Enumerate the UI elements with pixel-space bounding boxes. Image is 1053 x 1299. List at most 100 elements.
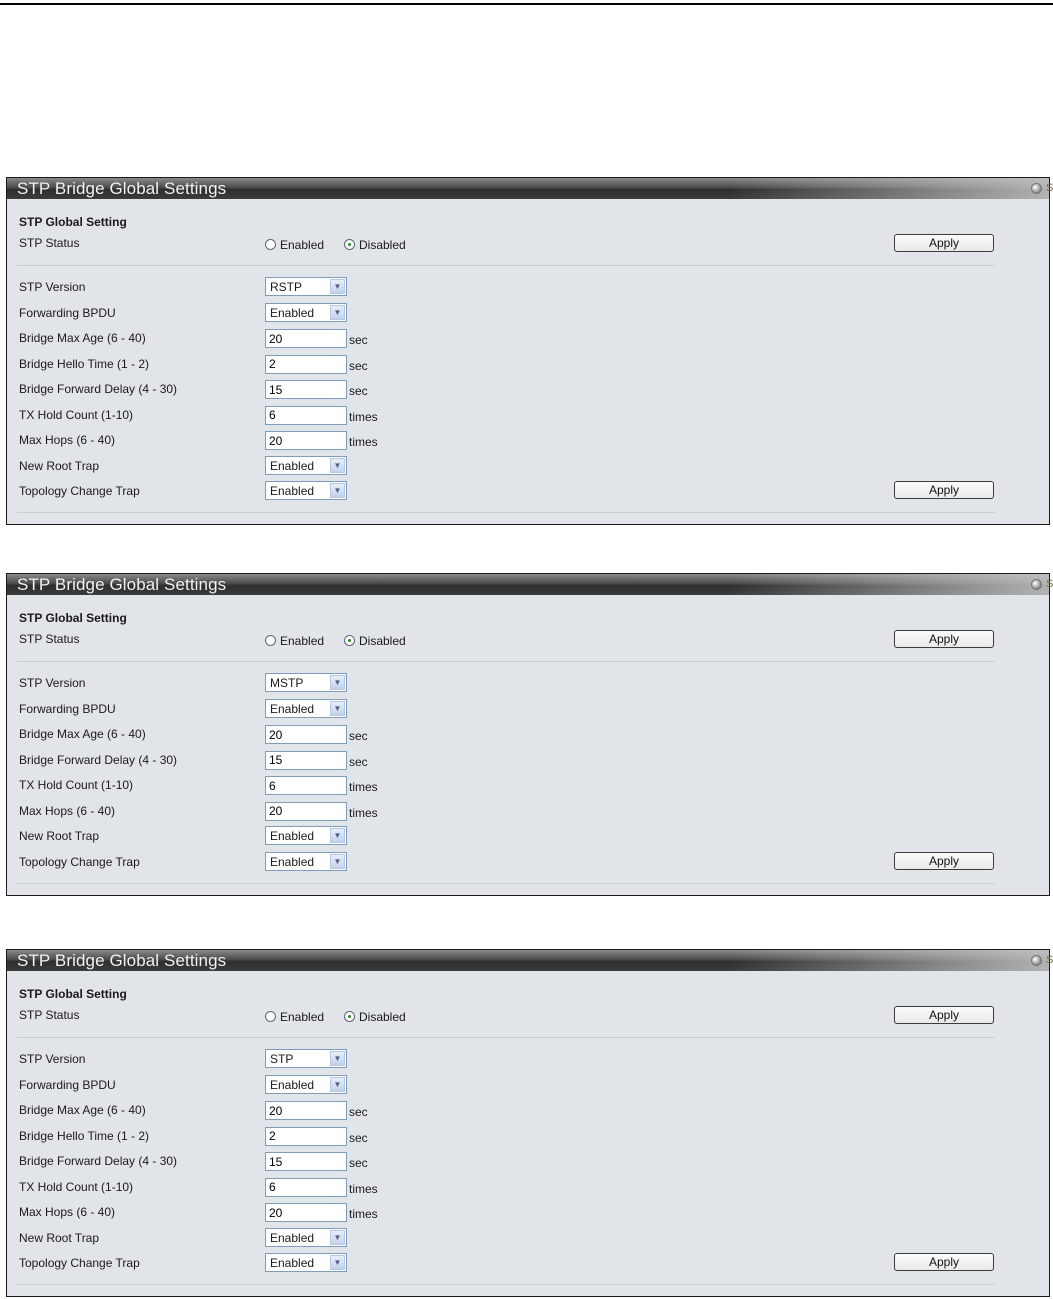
radio-label: Disabled (359, 1010, 406, 1024)
setting-label: Forwarding BPDU (19, 305, 116, 320)
max-hops-input[interactable] (265, 801, 347, 821)
forwarding-bpdu-select[interactable]: Enabled ▼ (265, 1074, 347, 1094)
chevron-down-icon[interactable]: ▼ (330, 1255, 345, 1270)
apply-status-button[interactable]: Apply (894, 1006, 994, 1024)
radio-circle-icon (344, 635, 355, 646)
stp-version-select[interactable]: MSTP ▼ (265, 673, 347, 692)
safeguard-label: Safeguard (1046, 578, 1053, 590)
bridge-hello-time-input[interactable] (265, 1126, 347, 1146)
setting-label: Max Hops (6 - 40) (19, 803, 116, 818)
forwarding-bpdu-select[interactable]: Enabled ▼ (265, 302, 347, 322)
panel-header: STP Bridge Global Settings Safeguard (7, 950, 1053, 971)
tx-hold-count-input[interactable] (265, 405, 347, 425)
unit-label: sec (349, 1105, 368, 1119)
unit-label: sec (349, 384, 368, 398)
stp-version-select[interactable]: RSTP ▼ (265, 277, 347, 296)
section-title: STP Global Setting (19, 215, 127, 229)
chevron-down-icon[interactable]: ▼ (330, 1076, 345, 1092)
apply-status-button[interactable]: Apply (894, 234, 994, 252)
radio-circle-icon (265, 239, 276, 250)
bridge-forward-delay-input[interactable] (265, 380, 347, 399)
section-title: STP Global Setting (19, 987, 127, 1001)
setting-label: Bridge Forward Delay (4 - 30) (19, 1154, 178, 1168)
tx-hold-count-input[interactable] (265, 1177, 347, 1197)
panel-header: STP Bridge Global Settings Safeguard (7, 178, 1053, 199)
safeguard-icon (1031, 183, 1042, 194)
stp-settings-panel: STP Bridge Global Settings Safeguard STP G… (6, 177, 1053, 525)
apply-settings-button[interactable]: Apply (894, 481, 994, 499)
bridge-forward-delay-input[interactable] (265, 1152, 347, 1171)
radio-circle-icon (265, 635, 276, 646)
chevron-down-icon[interactable]: ▼ (330, 700, 345, 716)
chevron-down-icon[interactable]: ▼ (330, 1051, 345, 1066)
setting-label: STP Version (19, 1052, 86, 1066)
bottom-separator (17, 1284, 995, 1285)
status-separator (17, 265, 995, 266)
safeguard-icon (1031, 579, 1042, 590)
unit-label: times (349, 1181, 378, 1196)
radio-label: Enabled (280, 634, 325, 648)
apply-status-button[interactable]: Apply (894, 630, 994, 648)
chevron-down-icon[interactable]: ▼ (330, 853, 345, 869)
select-value: Enabled (270, 854, 315, 869)
status-separator (17, 661, 995, 662)
setting-label: Bridge Max Age (6 - 40) (19, 1103, 146, 1117)
new-root-trap-select[interactable]: Enabled ▼ (265, 826, 347, 845)
safeguard-label: Safeguard (1046, 182, 1053, 194)
unit-label: sec (349, 729, 368, 743)
bridge-max-age-input[interactable] (265, 1101, 347, 1120)
forwarding-bpdu-select[interactable]: Enabled ▼ (265, 698, 347, 718)
radio-label: Disabled (359, 238, 406, 252)
radio-circle-icon (344, 239, 355, 250)
new-root-trap-select[interactable]: Enabled ▼ (265, 455, 347, 475)
setting-label: TX Hold Count (1-10) (19, 778, 134, 792)
chevron-down-icon[interactable]: ▼ (330, 304, 345, 320)
chevron-down-icon[interactable]: ▼ (330, 483, 345, 498)
setting-label: Topology Change Trap (19, 854, 140, 869)
bottom-separator (17, 512, 995, 513)
setting-label: Bridge Forward Delay (4 - 30) (19, 752, 178, 767)
setting-label: New Root Trap (19, 458, 100, 473)
status-separator (17, 1037, 995, 1038)
radio-label: Disabled (359, 634, 406, 648)
radio-label: Enabled (280, 1010, 325, 1024)
setting-label: Bridge Max Age (6 - 40) (19, 331, 146, 345)
unit-label: sec (349, 333, 368, 347)
chevron-down-icon[interactable]: ▼ (330, 675, 345, 690)
setting-label: Bridge Hello Time (1 - 2) (19, 1128, 150, 1143)
radio-circle-icon (344, 1011, 355, 1022)
chevron-down-icon[interactable]: ▼ (330, 457, 345, 473)
stp-settings-panel: STP Bridge Global Settings Safeguard STP G… (6, 949, 1053, 1297)
setting-label: Topology Change Trap (19, 1256, 140, 1270)
select-value: Enabled (270, 829, 315, 843)
bridge-forward-delay-input[interactable] (265, 750, 347, 770)
select-value: Enabled (270, 484, 315, 498)
bridge-hello-time-input[interactable] (265, 354, 347, 374)
page-top-rule (0, 3, 1053, 5)
topology-change-trap-select[interactable]: Enabled ▼ (265, 481, 347, 500)
setting-label: TX Hold Count (1-10) (19, 1179, 134, 1194)
apply-settings-button[interactable]: Apply (894, 1253, 994, 1271)
bridge-max-age-input[interactable] (265, 329, 347, 348)
setting-label: STP Version (19, 676, 86, 690)
select-value: Enabled (270, 701, 315, 716)
new-root-trap-select[interactable]: Enabled ▼ (265, 1227, 347, 1247)
topology-change-trap-select[interactable]: Enabled ▼ (265, 1253, 347, 1272)
unit-label: sec (349, 358, 368, 373)
select-value: RSTP (270, 280, 303, 294)
bridge-max-age-input[interactable] (265, 725, 347, 744)
apply-settings-button[interactable]: Apply (894, 852, 994, 870)
setting-label: Max Hops (6 - 40) (19, 433, 116, 447)
tx-hold-count-input[interactable] (265, 776, 347, 795)
topology-change-trap-select[interactable]: Enabled ▼ (265, 851, 347, 871)
chevron-down-icon[interactable]: ▼ (330, 828, 345, 843)
radio-label: Enabled (280, 238, 325, 252)
max-hops-input[interactable] (265, 431, 347, 450)
unit-label: times (349, 805, 378, 820)
chevron-down-icon[interactable]: ▼ (330, 279, 345, 294)
setting-label: TX Hold Count (1-10) (19, 407, 134, 422)
stp-status-label: STP Status (19, 1008, 80, 1022)
chevron-down-icon[interactable]: ▼ (330, 1229, 345, 1245)
stp-version-select[interactable]: STP ▼ (265, 1049, 347, 1068)
max-hops-input[interactable] (265, 1203, 347, 1222)
